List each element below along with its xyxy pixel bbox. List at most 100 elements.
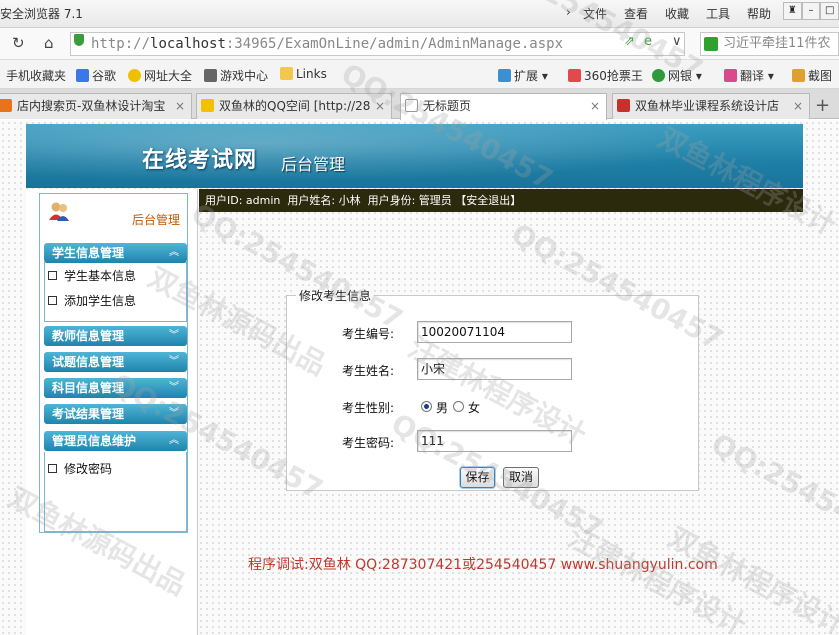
star-icon [201, 99, 214, 112]
user-info-bar[interactable]: 用户ID: admin 用户姓名: 小林 用户身份: 管理员 【安全退出】 [199, 189, 803, 212]
chevron-down-icon[interactable]: ∨ [672, 34, 682, 49]
gender-male-label: 男 [436, 401, 449, 415]
maximize-button[interactable]: □ [820, 2, 839, 20]
tab-qq-space[interactable]: 双鱼林的QQ空间 [http://28 × [196, 93, 392, 119]
sidebar-cat-questions[interactable]: 试题信息管理 ︾ [44, 352, 187, 372]
search-input[interactable]: 习近平牵挂11件农 [700, 32, 839, 56]
close-icon[interactable]: × [375, 94, 385, 118]
sidebar-heading: 后台管理 [132, 213, 181, 227]
chevron-up-icon: ︽ [169, 435, 179, 446]
minimize-button[interactable]: – [801, 2, 821, 20]
sidebar-cat-subjects[interactable]: 科目信息管理 ︾ [44, 378, 187, 398]
save-button[interactable]: 保存 [460, 467, 495, 488]
globe-icon [128, 69, 141, 82]
fav-screenshot[interactable]: 截图 [792, 67, 832, 84]
fav-label: 翻译 [740, 69, 765, 83]
fav-translate[interactable]: 翻译 ▾ [724, 67, 774, 84]
menu-file[interactable]: 文件 [583, 5, 607, 22]
home-icon[interactable]: ⌂ [44, 34, 54, 52]
checkbox-icon [48, 296, 57, 305]
cat-label: 管理员信息维护 [52, 434, 137, 448]
scissors-icon [792, 69, 805, 82]
favorites-bar: 手机收藏夹 谷歌 网址大全 游戏中心 Links 扩展 ▾ 360抢票王 网银 … [0, 60, 839, 89]
fav-mobile[interactable]: 手机收藏夹 [6, 67, 66, 84]
new-tab-button[interactable]: + [815, 95, 830, 116]
fav-label: 手机收藏夹 [6, 69, 67, 83]
checkbox-icon [48, 271, 57, 280]
ie-mode-icon[interactable]: e [644, 34, 652, 49]
sidebar-item-change-password[interactable]: 修改密码 [48, 460, 112, 477]
fav-label: 扩展 [514, 69, 539, 83]
student-password-label: 考生密码: [342, 436, 395, 450]
close-icon[interactable]: × [590, 94, 600, 118]
site-banner: 在线考试网 后台管理 [26, 124, 803, 188]
shirt-icon[interactable]: ♜ [783, 2, 802, 20]
folder-icon [280, 67, 293, 80]
chevron-right-icon[interactable]: › [566, 5, 571, 19]
tab-untitled[interactable]: 无标题页 × [400, 93, 607, 120]
fav-label: 网银 [668, 69, 693, 83]
users-icon [49, 202, 69, 221]
url-scheme: http:// [91, 36, 151, 52]
cat-label: 教师信息管理 [52, 329, 125, 343]
sidebar-cat-results[interactable]: 考试结果管理 ︾ [44, 404, 187, 424]
sidebar-cat-teachers[interactable]: 教师信息管理 ︾ [44, 326, 187, 346]
chevron-down-icon: ︾ [169, 330, 179, 341]
cat-label: 试题信息管理 [52, 355, 125, 369]
google-icon [76, 69, 89, 82]
browser-titlebar: 安全浏览器 7.1 › 文件 查看 收藏 工具 帮助 ♜ – □ [0, 0, 839, 28]
site-subtitle: 后台管理 [281, 155, 346, 174]
fav-label: 谷歌 [92, 69, 117, 83]
refresh-icon[interactable]: ↻ [12, 34, 25, 52]
close-icon[interactable]: × [175, 94, 185, 118]
menu-tools[interactable]: 工具 [706, 5, 730, 22]
gender-female-label: 女 [468, 401, 481, 415]
fav-tickets[interactable]: 360抢票王 [568, 67, 643, 84]
checkbox-icon [48, 464, 57, 473]
cat-label: 考试结果管理 [52, 407, 125, 421]
tab-bar: 店内搜索页-双鱼林设计淘宝 × 双鱼林的QQ空间 [http://28 × 无标题页… [0, 89, 839, 120]
student-id-input[interactable]: 10020071104 [417, 321, 572, 343]
page-icon [405, 99, 418, 112]
fav-google[interactable]: 谷歌 [76, 67, 116, 84]
tab-taobao-search[interactable]: 店内搜索页-双鱼林设计淘宝 × [0, 93, 192, 119]
sidebar-item-add-student[interactable]: 添加学生信息 [48, 292, 136, 309]
student-name-label: 考生姓名: [342, 364, 395, 378]
chevron-down-icon: ︾ [169, 408, 179, 419]
fav-bank[interactable]: 网银 ▾ [652, 67, 702, 84]
student-name-input[interactable]: 小宋 [417, 358, 572, 380]
gender-male-radio[interactable] [421, 401, 432, 412]
gender-female-radio[interactable] [453, 401, 464, 412]
sidebar-cat-admin[interactable]: 管理员信息维护 ︽ [44, 431, 187, 451]
gamepad-icon [204, 69, 217, 82]
browser-title: 安全浏览器 7.1 [0, 7, 83, 21]
ticket-icon [568, 69, 581, 82]
share-icon[interactable]: ⇗ [624, 34, 635, 49]
fav-label: 游戏中心 [220, 69, 269, 83]
cancel-button[interactable]: 取消 [503, 467, 539, 488]
fav-extensions[interactable]: 扩展 ▾ [498, 67, 548, 84]
tab-label: 无标题页 [423, 99, 472, 113]
menu-help[interactable]: 帮助 [747, 5, 771, 22]
fav-links[interactable]: Links [280, 67, 327, 81]
item-label: 添加学生信息 [64, 294, 137, 308]
menu-favorites[interactable]: 收藏 [665, 5, 689, 22]
taobao-icon [0, 99, 12, 112]
tab-label: 店内搜索页-双鱼林设计淘宝 [17, 99, 166, 113]
url-input[interactable]: http://localhost:34965/ExamOnLine/admin/… [70, 32, 685, 56]
search-engine-icon[interactable] [704, 37, 718, 51]
close-icon[interactable]: × [793, 94, 803, 118]
grid-icon [498, 69, 511, 82]
student-password-input[interactable]: 111 [417, 430, 572, 452]
site-title: 在线考试网 [142, 148, 258, 173]
chevron-down-icon: ︾ [169, 356, 179, 367]
fav-games[interactable]: 游戏中心 [204, 67, 268, 84]
tab-course-store[interactable]: 双鱼林毕业课程系统设计店 × [612, 93, 810, 119]
tab-label: 双鱼林的QQ空间 [http://28 [219, 99, 371, 113]
yen-icon [652, 69, 665, 82]
fav-directory[interactable]: 网址大全 [128, 67, 192, 84]
item-label: 学生基本信息 [64, 269, 137, 283]
menu-view[interactable]: 查看 [624, 5, 648, 22]
fav-label: 截图 [808, 69, 833, 83]
sidebar-item-student-info[interactable]: 学生基本信息 [48, 267, 136, 284]
